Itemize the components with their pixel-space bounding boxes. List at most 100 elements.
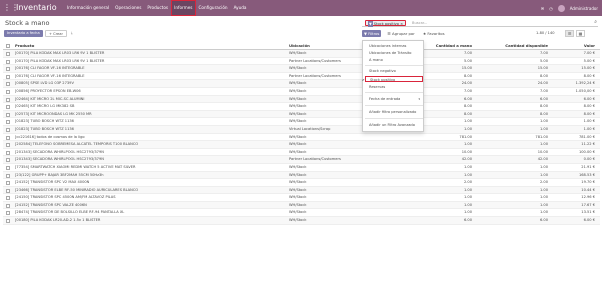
cell-product: [02573] KIT MICROONDAS LG MK 2550 MR xyxy=(15,111,92,116)
cell-product: [202584] TELEFONO SOBREMESA ALCATEL TEMP… xyxy=(15,142,139,147)
cell-qty-on-hand: 1.00 xyxy=(463,195,472,200)
row-checkbox[interactable] xyxy=(6,120,10,125)
menu-reports[interactable]: Informes xyxy=(171,0,196,16)
cell-value: 13.51 € xyxy=(581,210,595,215)
table-row[interactable]: [24152] TRANSISTOR SPC V2 MAX 4000N WH/St… xyxy=(3,179,600,187)
pivot-view-icon[interactable]: ▦ xyxy=(576,30,585,37)
cell-qty-available: 7.00 xyxy=(539,51,548,55)
table-row[interactable]: [02465] KIT MICRO LG MK382 SB WH/Stock 8.0… xyxy=(3,103,600,111)
cell-location: WH/Stock xyxy=(289,195,307,200)
filter-on-hand[interactable]: A mano xyxy=(369,57,383,63)
cell-location: WH/Stock xyxy=(289,218,307,223)
table-row[interactable]: [24150] TRANSISTOR SPC 4500N AM/FM ALTAV… xyxy=(3,194,600,202)
cell-value: 5.00 € xyxy=(583,58,595,63)
list-view-icon[interactable]: ☰ xyxy=(565,30,574,37)
row-checkbox[interactable] xyxy=(6,196,10,201)
cell-location: WH/Stock xyxy=(289,202,307,207)
add-advanced-filter[interactable]: Añadir un Filtro Avanzado xyxy=(369,122,415,128)
chat-icon[interactable]: ✉ xyxy=(541,6,544,11)
table-row[interactable]: [00805] SPSE LVD LG 03P 2739V WH/Stock 24.… xyxy=(3,80,600,88)
table-row[interactable]: [201343] SECADORA WHIRLPOOL HSC2793/379N… xyxy=(3,149,600,157)
menu-configuration[interactable]: Configuración xyxy=(196,0,231,16)
table-row[interactable]: [201343] SECADORA WHIRLPOOL HSC2793/379N… xyxy=(3,156,600,164)
row-checkbox[interactable] xyxy=(6,127,10,132)
row-checkbox[interactable] xyxy=(6,150,10,155)
row-checkbox[interactable] xyxy=(6,89,10,94)
create-button[interactable]: + Crear xyxy=(45,30,67,37)
app-title[interactable]: Inventario xyxy=(16,3,57,13)
select-all-checkbox[interactable] xyxy=(6,43,10,48)
inventory-date-button[interactable]: Inventario a fecha xyxy=(4,30,43,37)
table-row[interactable]: [24152] TRANSISTOR SPC VALZE 4006N WH/Sto… xyxy=(3,201,600,210)
menu-operations[interactable]: Operaciones xyxy=(112,0,144,16)
table-row[interactable]: [00856] PROYECTOR EPSON EB-W06 WH/Stock 7.… xyxy=(3,88,600,96)
user-name[interactable]: Administrador xyxy=(570,6,598,11)
row-checkbox[interactable] xyxy=(6,82,10,87)
table-row[interactable]: [02573] KIT MICROONDAS LG MK 2550 MR WH/S… xyxy=(3,110,600,119)
filter-icon: ▼ xyxy=(368,21,373,27)
row-checkbox[interactable] xyxy=(6,112,10,117)
row-checkbox[interactable] xyxy=(6,105,10,110)
column-value[interactable]: Valor xyxy=(551,41,595,50)
row-checkbox[interactable] xyxy=(6,67,10,72)
row-checkbox[interactable] xyxy=(6,158,10,163)
row-checkbox[interactable] xyxy=(6,74,10,79)
column-qty-available[interactable]: Cantidad disponible xyxy=(478,41,548,50)
row-checkbox[interactable] xyxy=(6,219,10,224)
table-row[interactable]: [202584] TELEFONO SOBREMESA ALCATEL TEMP… xyxy=(3,141,600,149)
table-row[interactable]: [00170] PILA KODAK MAX LR03 LR6 9V 1 BLI… xyxy=(3,58,600,66)
group-by-toggle[interactable]: ☰ Agrupar por xyxy=(385,30,416,37)
menu-products[interactable]: Productos xyxy=(144,0,171,16)
filter-incoming-date[interactable]: Fecha de entrada ▾ xyxy=(369,96,423,102)
filter-transit-locations[interactable]: Ubicaciones de Tránsito xyxy=(369,50,412,56)
cell-value: 6.00 € xyxy=(583,96,595,101)
menu-help[interactable]: Ayuda xyxy=(231,0,250,16)
filters-toggle[interactable]: ▼ Filtros xyxy=(362,30,382,37)
search-options: ▼ Filtros ☰ Agrupar por ★ Favoritos xyxy=(362,30,447,37)
search-facet[interactable]: ▼ Stock positivo × xyxy=(365,20,407,27)
activity-icon[interactable]: ◷ xyxy=(549,6,553,11)
table-row[interactable]: [23466] TRANSISTOR ELBE RF-50 MINIRADIO … xyxy=(3,186,600,195)
table-row[interactable]: [00176] CLI FAGOR VF-16 INTEGRABLE Partne… xyxy=(3,73,600,81)
pager-value[interactable]: 1-80 / 140 xyxy=(536,31,555,35)
table-row[interactable]: [00170] PILA KODAK MAX LR03 LR6 9V 1 BLI… xyxy=(3,50,600,58)
download-icon[interactable]: ⤓ xyxy=(68,30,76,37)
avatar[interactable] xyxy=(557,4,565,12)
table-row[interactable]: [01823] TUBO BOSCH WTZ 1136 WH/Stock 1.00 1… xyxy=(3,118,600,126)
cell-product: [77354] SMARTWATCH XIAOMI REDMI WATCH 5 … xyxy=(15,164,136,169)
row-checkbox[interactable] xyxy=(6,181,10,186)
search-input[interactable]: Buscar... xyxy=(412,20,427,26)
menu-general-info[interactable]: Información general xyxy=(64,0,112,16)
table-row[interactable]: [00176] CLI FAGOR VF-16 INTEGRABLE WH/Sto… xyxy=(3,65,600,73)
row-checkbox[interactable] xyxy=(6,188,10,193)
cell-value: 781.00 € xyxy=(578,134,595,139)
view-switcher: ☰ ▦ xyxy=(565,30,585,37)
row-checkbox[interactable] xyxy=(6,59,10,64)
search-icon[interactable]: ⌕ xyxy=(594,19,597,25)
filter-internal-locations[interactable]: Ubicaciones internas xyxy=(369,43,406,49)
table-row[interactable]: [01823] TUBO BOSCH WTZ 1136 Virtual Locat… xyxy=(3,125,600,134)
table-row[interactable]: [cc221616] todos de cosmos de la ligo WH/… xyxy=(3,134,600,142)
dropdown-divider xyxy=(365,65,423,66)
row-checkbox[interactable] xyxy=(6,173,10,178)
table-row[interactable]: [00180] PILA KODAK LR20-AD-2 1.5v 1 BLIS… xyxy=(3,217,600,225)
facet-close-icon[interactable]: × xyxy=(400,22,403,26)
table-row[interactable]: [77354] SMARTWATCH XIAOMI REDMI WATCH 5 … xyxy=(3,164,600,172)
apps-menu-icon[interactable]: ⋮⋮ xyxy=(3,4,19,12)
table-row[interactable]: [28474] TRANSISTOR DE BOLSILLO ELBE RF-9… xyxy=(3,209,600,218)
row-checkbox[interactable] xyxy=(6,135,10,140)
row-checkbox[interactable] xyxy=(6,143,10,148)
filter-negative-stock[interactable]: Stock negativo xyxy=(369,68,396,74)
row-checkbox[interactable] xyxy=(6,97,10,102)
favorites-toggle[interactable]: ★ Favoritos xyxy=(421,30,447,37)
row-checkbox[interactable] xyxy=(6,165,10,170)
table-row[interactable]: [23/122] GRUPP+ BAJAR 3BF2MAH 55CM 50Hz3… xyxy=(3,171,600,180)
row-checkbox[interactable] xyxy=(6,52,10,56)
row-checkbox[interactable] xyxy=(6,211,10,216)
add-custom-filter[interactable]: Añadir filtro personalizado xyxy=(369,109,416,115)
table-row[interactable]: [02464] KIT MICRO 2L MIC-SC ALUMINI WH/St… xyxy=(3,95,600,104)
row-checkbox[interactable] xyxy=(6,203,10,208)
filter-reservations[interactable]: Reservas xyxy=(369,84,385,90)
column-product[interactable]: Producto xyxy=(15,41,285,50)
filter-positive-stock[interactable]: Stock positivo xyxy=(362,76,423,83)
